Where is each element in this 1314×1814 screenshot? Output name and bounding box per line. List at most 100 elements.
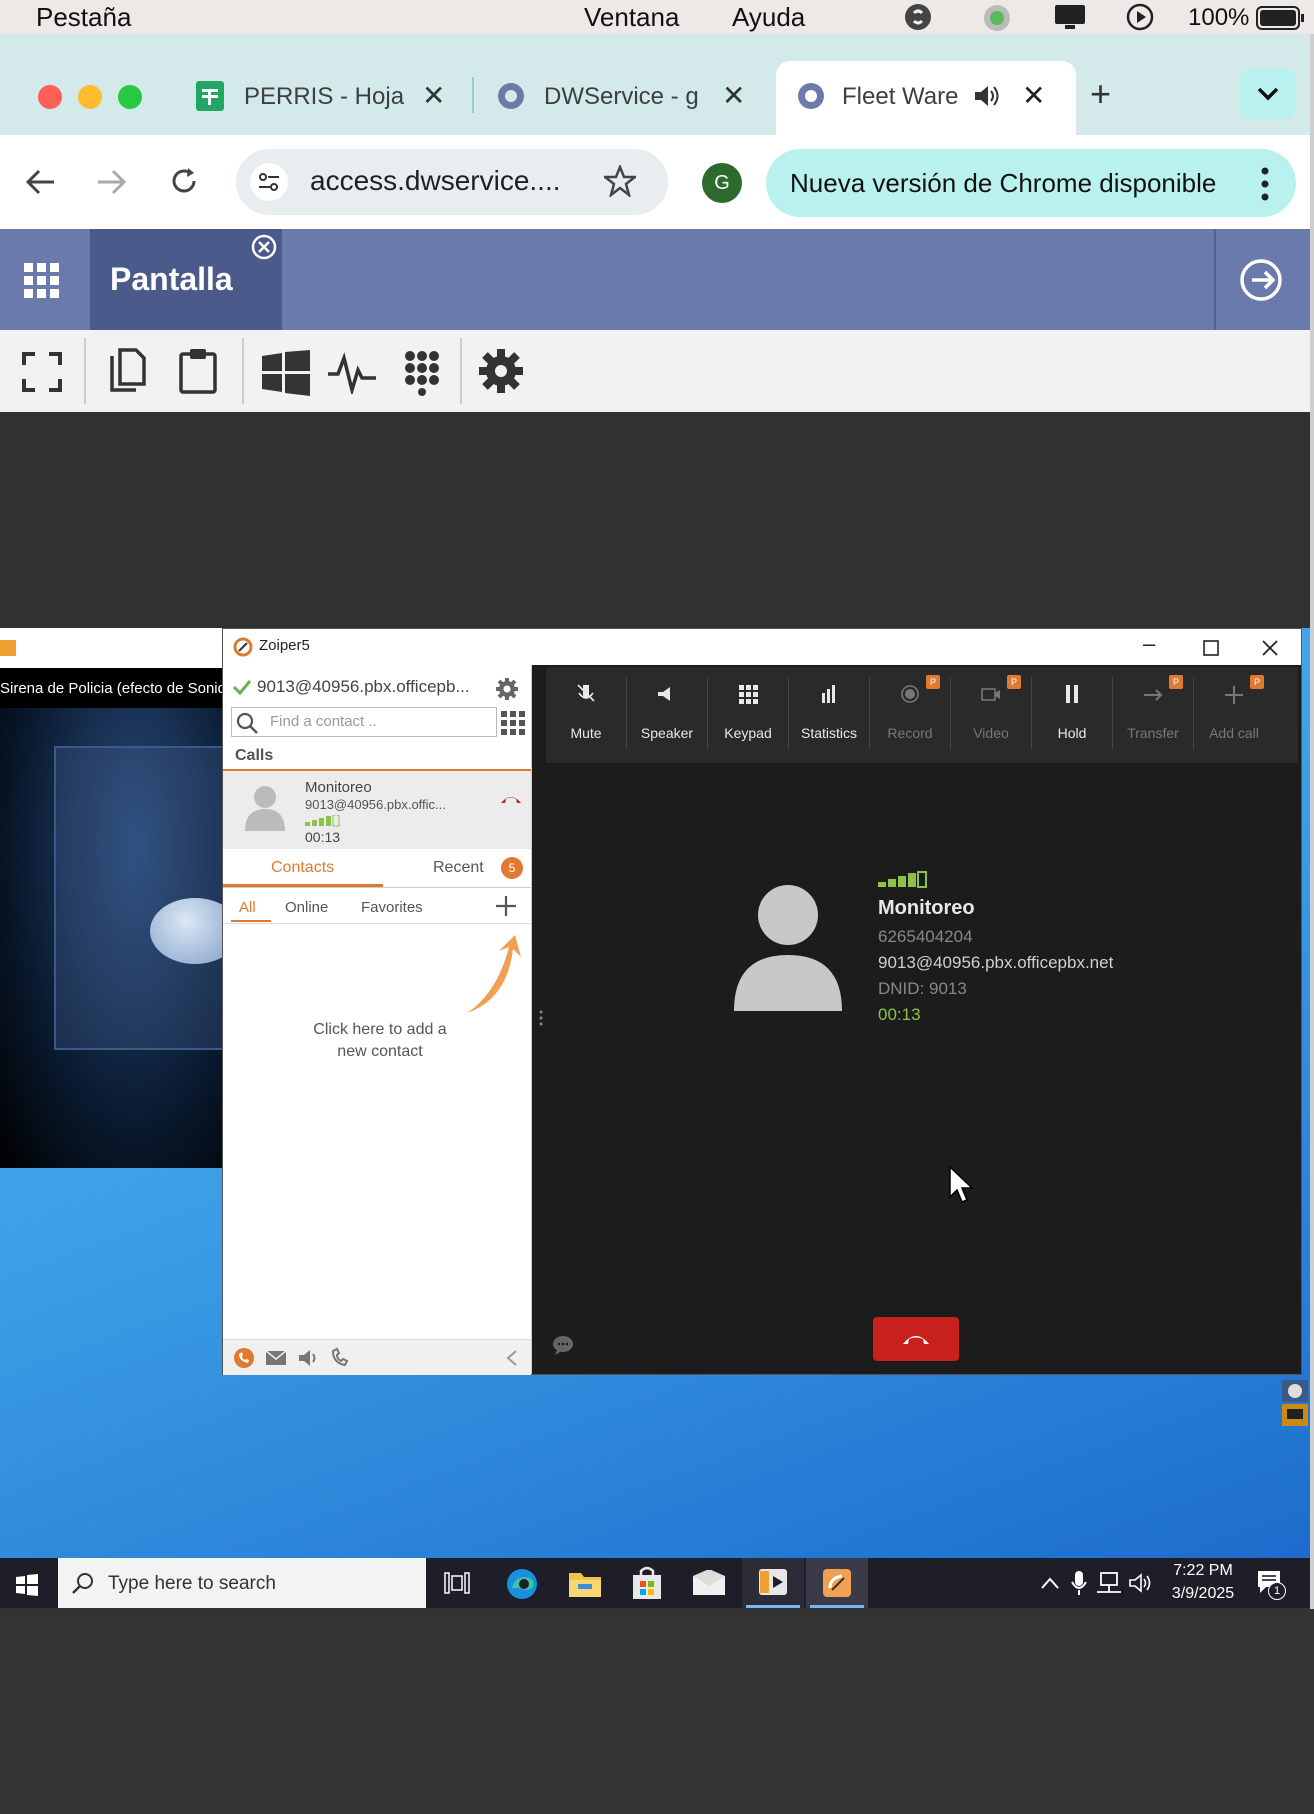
reload-icon[interactable] bbox=[168, 165, 200, 197]
shazam-icon[interactable] bbox=[904, 3, 932, 31]
tab-close-icon[interactable]: ✕ bbox=[422, 79, 445, 112]
phone-icon[interactable] bbox=[233, 1347, 255, 1369]
windows-start-icon[interactable] bbox=[16, 1574, 38, 1596]
network-icon[interactable] bbox=[1096, 1572, 1122, 1594]
clock-time[interactable]: 7:22 PM bbox=[1168, 1562, 1238, 1580]
media-player-window[interactable]: Sirena de Policia (efecto de Sonid bbox=[0, 628, 240, 1168]
gear-status-icon[interactable] bbox=[982, 3, 1012, 33]
display-icon[interactable] bbox=[1054, 4, 1086, 30]
zoiper-titlebar[interactable]: Zoiper5 – bbox=[223, 629, 1301, 665]
chat-bubble-icon[interactable] bbox=[552, 1335, 574, 1355]
call-control-mute[interactable]: Mute bbox=[546, 667, 626, 763]
search-input[interactable]: Find a contact .. bbox=[270, 713, 377, 730]
call-duration: 00:13 bbox=[878, 1005, 921, 1024]
dialpad-icon[interactable] bbox=[501, 711, 525, 735]
tab-close-icon[interactable]: ✕ bbox=[722, 79, 745, 112]
call-control-statistics[interactable]: Statistics bbox=[788, 667, 869, 763]
call-control-speaker[interactable]: Speaker bbox=[626, 667, 707, 763]
minimize-window-button[interactable] bbox=[78, 85, 102, 109]
file-explorer-icon[interactable] bbox=[568, 1568, 602, 1598]
filter-online[interactable]: Online bbox=[285, 899, 328, 916]
call-control-record[interactable]: Record P bbox=[869, 667, 950, 763]
hangup-small-icon[interactable] bbox=[499, 793, 523, 805]
settings-gear-icon[interactable] bbox=[478, 348, 524, 394]
close-tab-icon[interactable] bbox=[250, 233, 278, 261]
maximize-icon[interactable] bbox=[1203, 640, 1219, 656]
taskbar-media-player[interactable] bbox=[742, 1558, 804, 1608]
search-box[interactable]: Find a contact .. bbox=[231, 707, 497, 737]
forward-icon[interactable] bbox=[96, 167, 128, 197]
audio-playing-icon[interactable] bbox=[972, 83, 1000, 109]
add-contact-hint-line1[interactable]: Click here to add a bbox=[275, 1021, 485, 1039]
minimize-icon[interactable]: – bbox=[1143, 631, 1155, 657]
apps-grid-icon[interactable] bbox=[24, 263, 60, 299]
task-view-icon[interactable] bbox=[444, 1572, 470, 1594]
zoom-window-button[interactable] bbox=[118, 85, 142, 109]
close-icon[interactable] bbox=[1261, 639, 1279, 657]
fullscreen-icon[interactable] bbox=[22, 352, 62, 392]
zoiper-window[interactable]: Zoiper5 – 9013@40956.pbx.officepb... Fin… bbox=[222, 628, 1302, 1375]
speaker-volume-icon[interactable] bbox=[297, 1348, 319, 1368]
add-contact-hint-line2[interactable]: new contact bbox=[275, 1043, 485, 1061]
battery-icon bbox=[1256, 6, 1304, 30]
menu-ventana[interactable]: Ventana bbox=[584, 2, 679, 33]
pro-feature-badge: P bbox=[1169, 675, 1183, 689]
volume-icon[interactable] bbox=[1128, 1572, 1154, 1594]
call-control-add-call[interactable]: Add call P bbox=[1193, 667, 1274, 763]
address-bar[interactable]: access.dwservice.... bbox=[236, 149, 668, 215]
panel-resize-handle[interactable] bbox=[538, 1009, 544, 1027]
play-circle-icon[interactable] bbox=[1126, 3, 1154, 31]
call-settings-icon[interactable] bbox=[329, 1347, 351, 1369]
paste-clipboard-icon[interactable] bbox=[178, 348, 218, 394]
account-label[interactable]: 9013@40956.pbx.officepb... bbox=[257, 677, 470, 697]
copy-icon[interactable] bbox=[108, 348, 148, 394]
message-icon[interactable] bbox=[265, 1350, 287, 1366]
logout-icon[interactable] bbox=[1238, 257, 1284, 303]
taskbar-zoiper[interactable] bbox=[806, 1558, 868, 1608]
taskbar-search-box[interactable]: Type here to search bbox=[58, 1558, 426, 1608]
tab-pantalla[interactable]: Pantalla bbox=[90, 229, 282, 330]
store-icon[interactable] bbox=[632, 1566, 662, 1600]
call-control-keypad[interactable]: Keypad bbox=[707, 667, 788, 763]
menu-ayuda[interactable]: Ayuda bbox=[732, 2, 805, 33]
tab-contacts[interactable]: Contacts bbox=[271, 859, 334, 877]
hangup-button[interactable] bbox=[873, 1317, 959, 1361]
call-control-hold[interactable]: Hold bbox=[1031, 667, 1112, 763]
back-icon[interactable] bbox=[24, 167, 56, 197]
show-hidden-icons-chevron[interactable] bbox=[1040, 1576, 1060, 1590]
tab-close-icon[interactable]: ✕ bbox=[1022, 79, 1045, 112]
collapse-sidebar-icon[interactable] bbox=[505, 1349, 519, 1367]
chrome-update-button[interactable]: Nueva versión de Chrome disponible bbox=[766, 149, 1296, 217]
new-tab-button[interactable]: + bbox=[1090, 73, 1111, 115]
taskbar-search-input[interactable]: Type here to search bbox=[108, 1573, 276, 1595]
site-info-icon[interactable] bbox=[250, 163, 288, 201]
zoiper-settings-gear-icon[interactable] bbox=[495, 677, 519, 701]
windows-keys-icon[interactable] bbox=[262, 350, 310, 396]
active-call-item[interactable]: Monitoreo 9013@40956.pbx.offic... 00:13 bbox=[223, 771, 531, 849]
tab-perris[interactable]: PERRIS - Hoja ✕ bbox=[190, 65, 460, 125]
plus-icon bbox=[1225, 686, 1243, 704]
edge-browser-icon[interactable] bbox=[506, 1568, 538, 1600]
call-control-video[interactable]: Video P bbox=[950, 667, 1031, 763]
call-control-transfer[interactable]: Transfer P bbox=[1112, 667, 1193, 763]
keypad-dots-icon[interactable] bbox=[404, 350, 440, 396]
profile-avatar[interactable]: G bbox=[702, 163, 742, 203]
filter-favorites[interactable]: Favorites bbox=[361, 899, 423, 916]
clock-date[interactable]: 3/9/2025 bbox=[1164, 1585, 1242, 1603]
activity-pulse-icon[interactable] bbox=[328, 350, 376, 394]
tab-recent[interactable]: Recent bbox=[433, 859, 484, 877]
tab-search-button[interactable] bbox=[1240, 69, 1296, 119]
filter-all[interactable]: All bbox=[239, 899, 256, 916]
action-center-button[interactable]: 1 bbox=[1256, 1568, 1286, 1600]
kebab-menu-icon[interactable] bbox=[1260, 167, 1270, 201]
tab-fleet-ware-active[interactable]: Fleet Ware ✕ bbox=[776, 61, 1076, 135]
tray-overflow-icons[interactable] bbox=[1280, 1378, 1310, 1430]
mail-icon[interactable] bbox=[692, 1570, 726, 1596]
bookmark-star-icon[interactable] bbox=[604, 165, 636, 197]
menu-pestana[interactable]: Pestaña bbox=[36, 2, 131, 33]
microphone-icon[interactable] bbox=[1070, 1570, 1088, 1596]
tab-dwservice[interactable]: DWService - g ✕ bbox=[490, 65, 760, 125]
add-contact-plus-icon[interactable] bbox=[495, 895, 517, 917]
close-window-button[interactable] bbox=[38, 85, 62, 109]
url-text[interactable]: access.dwservice.... bbox=[310, 165, 561, 197]
